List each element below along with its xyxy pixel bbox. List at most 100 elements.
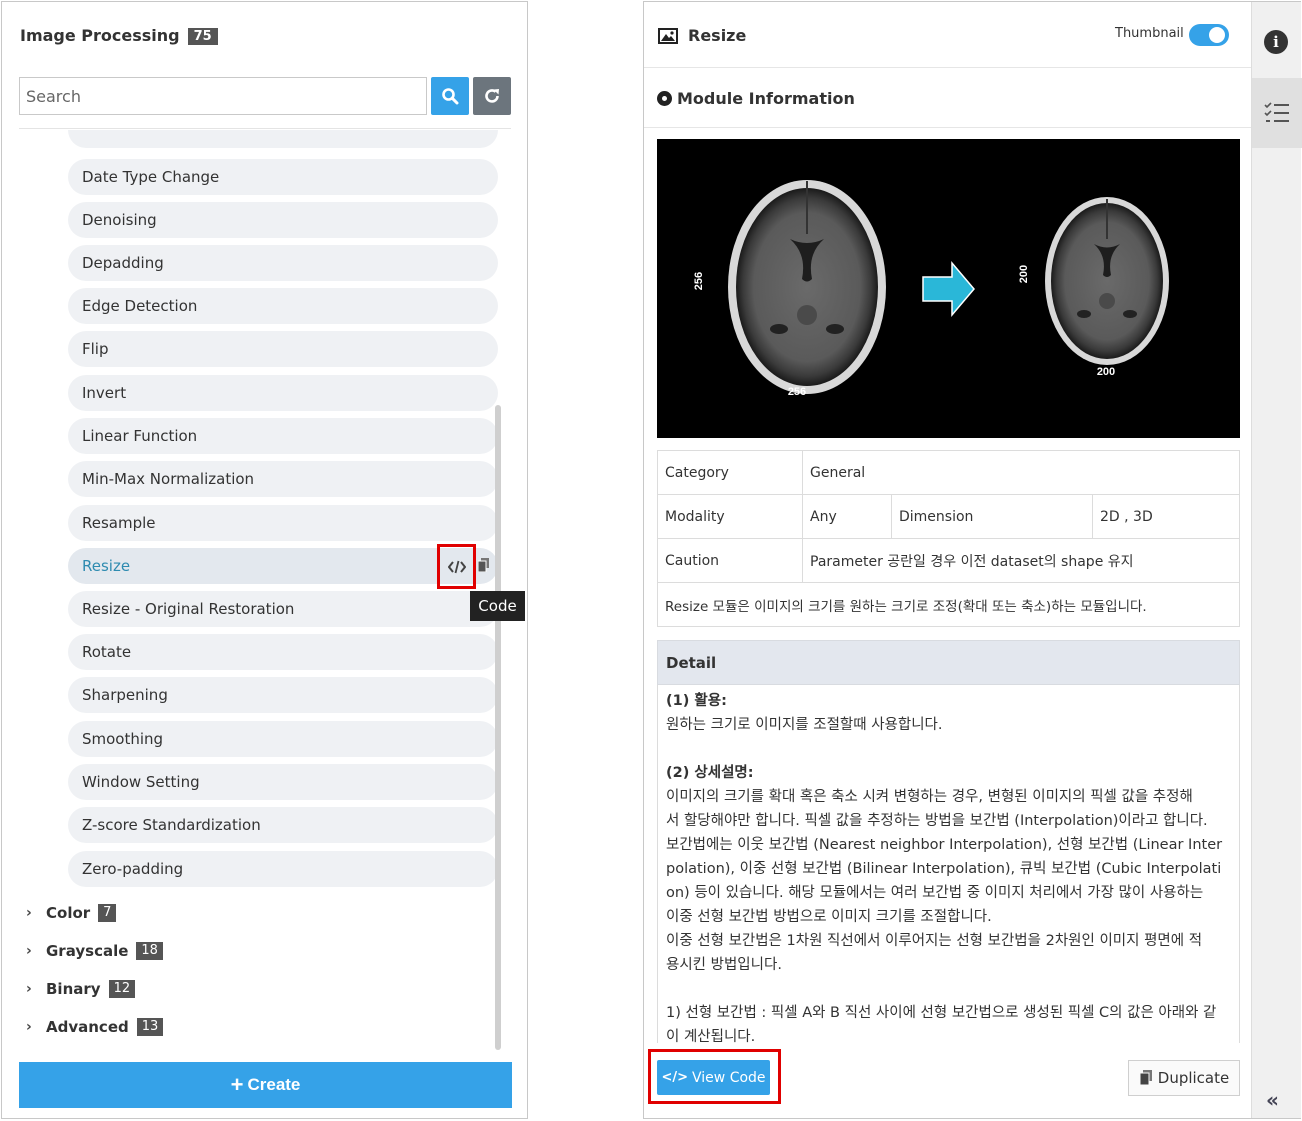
search-button[interactable]	[431, 77, 469, 115]
refresh-button[interactable]	[473, 77, 511, 115]
list-item[interactable]: Resize - Original Restoration	[68, 591, 498, 627]
detail-header: Resize Thumbnail	[644, 2, 1251, 68]
desc-line: polation), 이중 선형 보간법 (Bilinear Interpola…	[666, 861, 1222, 877]
caution-label: Caution	[657, 538, 803, 583]
linear-line: 1) 선형 보간법 : 픽셀 A와 B 직선 사이에 선형 보간법으로 생성된 …	[666, 1005, 1217, 1021]
group-label: Binary	[46, 980, 101, 998]
dimension-label: Dimension	[891, 494, 1093, 539]
list-item-label: Rotate	[82, 643, 132, 661]
group-count-badge: 12	[108, 980, 136, 998]
category-value: General	[802, 450, 1240, 495]
list-item[interactable]: Depadding	[68, 245, 498, 281]
list-item[interactable]: Linear Function	[68, 418, 498, 454]
list-item[interactable]: Window Setting	[68, 764, 498, 800]
module-detail-panel: Resize Thumbnail Module Information 256 …	[643, 1, 1302, 1119]
list-item-label: Date Type Change	[82, 168, 220, 186]
search-icon	[442, 88, 459, 105]
linear-line: 이 계산됩니다.	[666, 1029, 756, 1043]
caution-value: Parameter 공란일 경우 이전 dataset의 shape 유지	[802, 538, 1240, 583]
code-icon	[447, 560, 466, 573]
chevron-right-icon: ›	[26, 943, 32, 959]
create-label: Create	[247, 1075, 301, 1094]
view-code-button[interactable]: </> View Code	[657, 1060, 770, 1095]
ct-slice-original	[728, 180, 886, 394]
panel-title-text: Image Processing	[20, 26, 180, 45]
group-label: Advanced	[46, 1018, 129, 1036]
group-color[interactable]: › Color 7	[26, 902, 117, 924]
section-title-text: Module Information	[677, 89, 855, 108]
group-count-badge: 18	[136, 942, 163, 960]
copy-icon	[1139, 1070, 1152, 1086]
list-item[interactable]: Min-Max Normalization	[68, 461, 498, 497]
group-label: Grayscale	[46, 942, 129, 960]
list-item[interactable]: Resample	[68, 505, 498, 541]
detail-main: Resize Thumbnail Module Information 256 …	[644, 2, 1251, 1118]
modality-value: Any	[802, 494, 892, 539]
code-icon: </>	[661, 1070, 689, 1085]
collapse-icon[interactable]: «	[1266, 1088, 1279, 1112]
image-icon	[658, 28, 678, 44]
duplicate-button[interactable]: Duplicate	[1128, 1060, 1240, 1096]
view-code-label: View Code	[692, 1069, 766, 1086]
width-label-resized: 200	[1097, 366, 1115, 378]
chevron-right-icon: ›	[26, 905, 32, 921]
copy-icon[interactable]	[478, 558, 489, 572]
height-label-original: 256	[693, 272, 705, 290]
list-item-label: Flip	[82, 340, 109, 358]
desc-line: on) 등이 있습니다. 해당 모듈에서는 여러 보간법 중 이미지 처리에서 …	[666, 885, 1204, 901]
thumbnail-toggle[interactable]	[1189, 24, 1229, 46]
thumbnail-label: Thumbnail	[1115, 26, 1184, 41]
desc-title: (2) 상세설명:	[666, 765, 754, 781]
list-item[interactable]: Smoothing	[68, 721, 498, 757]
module-info-table: Category General Modality Any Dimension …	[657, 450, 1240, 627]
group-count-badge: 7	[98, 904, 117, 922]
list-item[interactable]: Date Type Change	[68, 159, 498, 195]
list-item[interactable]: Z-score Standardization	[68, 807, 498, 843]
desc-line: 이미지의 크기를 확대 혹은 축소 시켜 변형하는 경우, 변형된 이미지의 픽…	[666, 789, 1193, 805]
list-item-label: Min-Max Normalization	[82, 470, 255, 488]
list-item[interactable]: Zero-padding	[68, 851, 498, 887]
detail-body[interactable]: (1) 활용: 원하는 크기로 이미지를 조절할때 사용합니다. (2) 상세설…	[657, 685, 1240, 1043]
list-item-active[interactable]: Resize	[68, 548, 498, 584]
refresh-icon	[485, 89, 499, 103]
list-item[interactable]: Rotate	[68, 634, 498, 670]
bullet-icon	[657, 91, 672, 106]
arrow-right-icon	[922, 260, 975, 318]
list-item-label: Smoothing	[82, 730, 164, 748]
chevron-right-icon: ›	[26, 981, 32, 997]
list-item[interactable]: Sharpening	[68, 677, 498, 713]
list-item-label: Z-score Standardization	[82, 816, 261, 834]
group-binary[interactable]: › Binary 12	[26, 978, 136, 1000]
scrollbar[interactable]	[495, 405, 501, 1050]
list-item-label: Invert	[82, 384, 127, 402]
list-item-label: Linear Function	[82, 427, 198, 445]
search-input[interactable]	[19, 77, 427, 115]
toggle-knob	[1209, 27, 1225, 43]
list-item-partial[interactable]	[68, 130, 498, 148]
checklist-tab[interactable]	[1252, 78, 1302, 148]
list-item-label: Sharpening	[82, 686, 168, 704]
list-item-label: Resize	[82, 557, 131, 575]
list-item[interactable]: Invert	[68, 375, 498, 411]
group-advanced[interactable]: › Advanced 13	[26, 1016, 164, 1038]
list-item[interactable]: Edge Detection	[68, 288, 498, 324]
desc-line: 이중 선형 보간법 방법으로 이미지 크기를 조절합니다.	[666, 909, 992, 925]
ct-slice-resized	[1045, 197, 1169, 365]
list-item-label: Edge Detection	[82, 297, 198, 315]
table-row: Category General	[657, 450, 1240, 495]
list-item[interactable]: Flip	[68, 331, 498, 367]
info-icon[interactable]: i	[1264, 30, 1288, 54]
module-title: Resize	[688, 26, 747, 45]
module-description: Resize 모듈은 이미지의 크기를 원하는 크기로 조정(확대 또는 축소)…	[657, 582, 1240, 627]
dimension-value: 2D , 3D	[1092, 494, 1240, 539]
group-count-badge: 13	[136, 1018, 164, 1036]
usage-title: (1) 활용:	[666, 693, 727, 709]
module-count-badge: 75	[187, 28, 218, 45]
list-item[interactable]: Denoising	[68, 202, 498, 238]
desc-line: 용시킨 방법입니다.	[666, 957, 782, 973]
list-item-label: Depadding	[82, 254, 164, 272]
list-item-label: Zero-padding	[82, 860, 184, 878]
create-button[interactable]: + Create	[19, 1062, 512, 1108]
group-grayscale[interactable]: › Grayscale 18	[26, 940, 163, 962]
code-button[interactable]	[437, 544, 476, 589]
